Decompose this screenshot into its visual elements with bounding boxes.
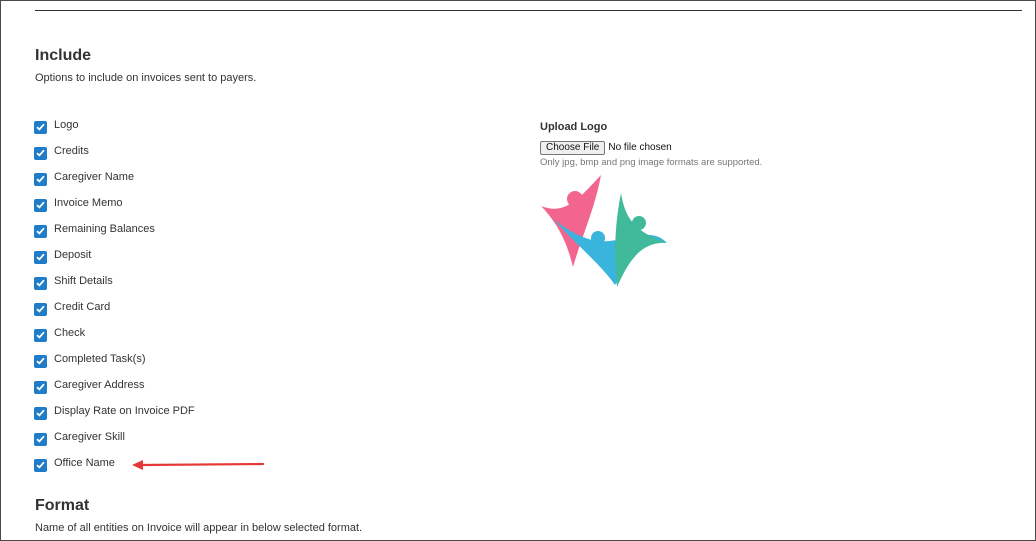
checkbox-display-rate[interactable] <box>34 406 47 420</box>
checkbox-shift-details[interactable] <box>34 276 47 290</box>
checkbox-credits[interactable] <box>34 146 47 160</box>
option-label: Credits <box>54 145 89 157</box>
checkmark-icon <box>36 201 45 209</box>
file-input[interactable]: Choose File No file chosen <box>540 140 762 155</box>
option-logo[interactable]: Logo <box>34 119 78 135</box>
settings-panel: Include Options to include on invoices s… <box>0 0 1036 541</box>
upload-hint: Only jpg, bmp and png image formats are … <box>540 157 763 168</box>
checkbox-caregiver-skill[interactable] <box>34 432 47 446</box>
format-description: Name of all entities on Invoice will app… <box>35 522 363 534</box>
option-completed-tasks[interactable]: Completed Task(s) <box>34 353 146 369</box>
checkbox-deposit[interactable] <box>34 250 47 264</box>
option-label: Caregiver Skill <box>54 431 125 443</box>
divider <box>35 10 1022 11</box>
option-label: Caregiver Address <box>54 379 145 391</box>
file-status: No file chosen <box>608 142 672 153</box>
option-check[interactable]: Check <box>34 327 85 343</box>
checkbox-remaining-balances[interactable] <box>34 224 47 238</box>
option-label: Logo <box>54 119 79 131</box>
option-credit-card[interactable]: Credit Card <box>34 301 110 317</box>
include-description: Options to include on invoices sent to p… <box>35 72 257 84</box>
option-remaining-balances[interactable]: Remaining Balances <box>34 223 155 239</box>
option-label: Completed Task(s) <box>54 353 146 365</box>
option-label: Invoice Memo <box>54 197 123 209</box>
option-label: Remaining Balances <box>54 223 155 235</box>
red-arrow-icon <box>132 460 265 470</box>
upload-logo-label: Upload Logo <box>540 121 608 133</box>
checkbox-invoice-memo[interactable] <box>34 198 47 212</box>
checkmark-icon <box>36 409 45 417</box>
checkbox-completed-tasks[interactable] <box>34 354 47 368</box>
option-label: Deposit <box>54 249 92 261</box>
option-label: Office Name <box>54 457 115 469</box>
option-caregiver-address[interactable]: Caregiver Address <box>34 379 145 395</box>
checkmark-icon <box>36 435 45 443</box>
option-invoice-memo[interactable]: Invoice Memo <box>34 197 122 213</box>
option-caregiver-skill[interactable]: Caregiver Skill <box>34 431 125 447</box>
checkbox-credit-card[interactable] <box>34 302 47 316</box>
checkbox-check[interactable] <box>34 328 47 342</box>
format-title: Format <box>35 497 90 514</box>
option-label: Display Rate on Invoice PDF <box>54 405 195 417</box>
option-label: Check <box>54 327 86 339</box>
people-logo-icon <box>541 175 667 287</box>
checkbox-logo[interactable] <box>34 120 47 134</box>
checkbox-caregiver-address[interactable] <box>34 380 47 394</box>
checkmark-icon <box>36 149 45 157</box>
option-shift-details[interactable]: Shift Details <box>34 275 113 291</box>
checkmark-icon <box>36 357 45 365</box>
option-label: Caregiver Name <box>54 171 135 183</box>
checkmark-icon <box>36 279 45 287</box>
checkmark-icon <box>36 305 45 313</box>
option-label: Credit Card <box>54 301 111 313</box>
option-label: Shift Details <box>54 275 113 287</box>
checkbox-office-name[interactable] <box>34 458 47 472</box>
option-display-rate[interactable]: Display Rate on Invoice PDF <box>34 405 195 421</box>
upload-logo-group: Upload Logo Choose File No file chosen O… <box>540 121 762 168</box>
checkmark-icon <box>36 253 45 261</box>
checkmark-icon <box>36 123 45 131</box>
checkbox-caregiver-name[interactable] <box>34 172 47 186</box>
checkmark-icon <box>36 383 45 391</box>
option-deposit[interactable]: Deposit <box>34 249 91 265</box>
checkmark-icon <box>36 175 45 183</box>
checkmark-icon <box>36 331 45 339</box>
include-title: Include <box>35 47 92 64</box>
checkmark-icon <box>36 461 45 469</box>
option-office-name[interactable]: Office Name <box>34 457 115 473</box>
checkmark-icon <box>36 227 45 235</box>
option-credits[interactable]: Credits <box>34 145 89 161</box>
option-caregiver-name[interactable]: Caregiver Name <box>34 171 134 187</box>
choose-file-button[interactable]: Choose File <box>540 140 606 155</box>
